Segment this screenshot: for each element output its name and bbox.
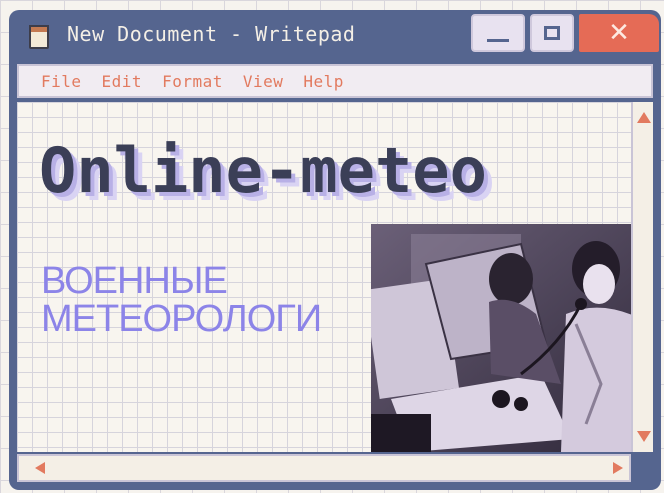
scrollbar-corner — [631, 454, 653, 482]
close-icon: ✕ — [608, 18, 630, 48]
maximize-icon — [544, 26, 560, 40]
menu-format[interactable]: Format — [162, 72, 223, 91]
app-window: New Document - Writepad ✕ File Edit Form… — [9, 10, 661, 490]
window-title: New Document - Writepad — [67, 22, 356, 46]
close-button[interactable]: ✕ — [579, 14, 659, 52]
minimize-icon — [487, 38, 509, 42]
scroll-up-icon[interactable] — [637, 112, 651, 123]
photo-image — [371, 224, 631, 452]
menu-bar: File Edit Format View Help — [17, 64, 653, 98]
minimize-button[interactable] — [471, 14, 525, 52]
document-area[interactable]: Online-meteo ВОЕННЫЕ МЕТЕОРОЛОГИ — [17, 102, 631, 452]
logo-text: Online-meteo — [39, 134, 487, 207]
subtitle-line-2: МЕТЕОРОЛОГИ — [41, 298, 322, 340]
maximize-button[interactable] — [530, 14, 574, 52]
title-bar[interactable]: New Document - Writepad ✕ — [9, 10, 661, 62]
menu-help[interactable]: Help — [303, 72, 344, 91]
photo-illustration — [371, 224, 631, 452]
subtitle-line-1: ВОЕННЫЕ — [41, 260, 228, 302]
scroll-down-icon[interactable] — [637, 431, 651, 442]
menu-view[interactable]: View — [243, 72, 284, 91]
notepad-icon — [29, 25, 49, 49]
menu-edit[interactable]: Edit — [102, 72, 143, 91]
subtitle: ВОЕННЫЕ МЕТЕОРОЛОГИ — [41, 260, 322, 340]
scroll-left-icon[interactable] — [35, 462, 45, 474]
horizontal-scrollbar[interactable] — [17, 454, 631, 482]
menu-file[interactable]: File — [41, 72, 82, 91]
scroll-right-icon[interactable] — [613, 462, 623, 474]
vertical-scrollbar[interactable] — [631, 102, 653, 452]
